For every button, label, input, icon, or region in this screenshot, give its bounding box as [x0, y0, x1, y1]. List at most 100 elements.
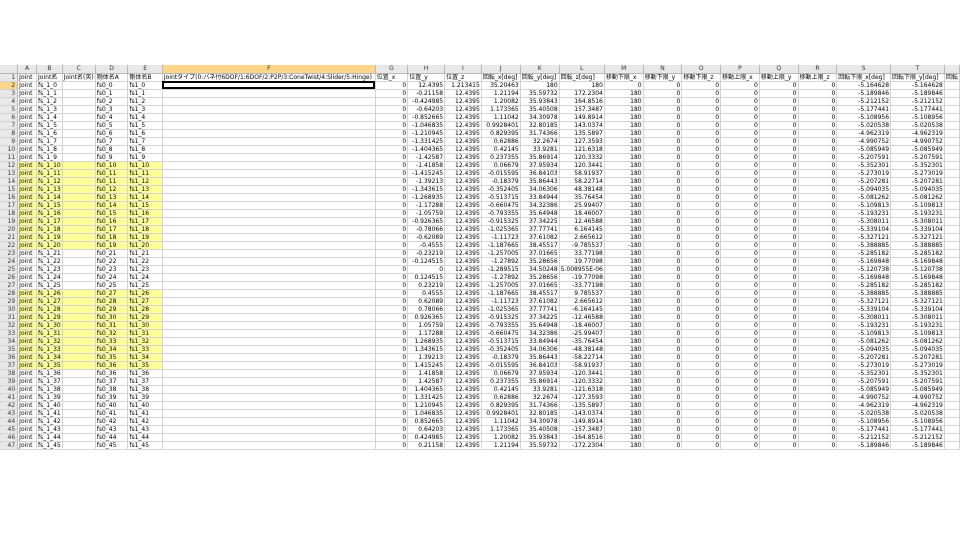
cell[interactable]: 0 — [643, 129, 683, 138]
cell[interactable]: 0 — [759, 153, 799, 162]
column-header[interactable]: J — [481, 65, 521, 74]
cell[interactable] — [62, 97, 96, 106]
cell[interactable]: 33.84944 — [520, 193, 560, 202]
cell[interactable] — [944, 249, 960, 258]
cell[interactable]: 0 — [375, 121, 409, 130]
cell[interactable]: 0 — [375, 433, 409, 442]
cell[interactable] — [944, 97, 960, 106]
cell[interactable]: fs0_2 — [95, 97, 129, 106]
cell[interactable]: fs1_6 — [127, 129, 163, 138]
cell[interactable]: 0 — [681, 313, 722, 322]
cell[interactable]: -5.081262 — [836, 337, 892, 346]
cell[interactable]: 0 — [375, 281, 409, 290]
cell[interactable]: 0.62886 — [481, 137, 521, 146]
cell[interactable]: 1.213415 — [444, 81, 482, 90]
cell[interactable]: -5.388885 — [890, 241, 945, 250]
cell[interactable]: fs1_34 — [127, 353, 163, 362]
cell[interactable]: 0 — [759, 233, 799, 242]
cell[interactable]: 48.38148 — [559, 185, 605, 194]
cell[interactable]: 0 — [720, 177, 760, 186]
cell[interactable] — [62, 433, 96, 442]
cell[interactable]: Joint — [17, 321, 38, 330]
cell[interactable]: 12.4395 — [444, 281, 482, 290]
cell[interactable]: 0 — [798, 329, 838, 338]
cell[interactable]: 0 — [720, 113, 760, 122]
cell[interactable] — [162, 353, 376, 362]
cell[interactable]: -5.327121 — [890, 297, 945, 306]
cell[interactable] — [62, 105, 96, 114]
row-header[interactable]: 24 — [0, 257, 19, 266]
cell[interactable] — [62, 441, 96, 450]
cell[interactable] — [944, 417, 960, 426]
cell[interactable]: -4.990752 — [836, 393, 892, 402]
cell[interactable]: -0.660475 — [481, 201, 521, 210]
cell[interactable] — [944, 129, 960, 138]
cell[interactable] — [944, 313, 960, 322]
cell[interactable]: 0 — [375, 257, 409, 266]
cell[interactable]: 37.61082 — [520, 233, 560, 242]
row-header[interactable]: 18 — [0, 209, 19, 218]
cell[interactable]: 0 — [798, 113, 838, 122]
cell[interactable]: 12.4395 — [444, 113, 482, 122]
cell[interactable] — [162, 313, 376, 322]
cell[interactable]: fs_1_10 — [36, 161, 63, 170]
cell[interactable]: fs0_0 — [95, 81, 129, 90]
cell[interactable]: 35.40508 — [520, 105, 560, 114]
cell[interactable]: 0 — [681, 353, 722, 362]
cell[interactable]: 12.4395 — [444, 321, 482, 330]
cell[interactable]: fs0_25 — [95, 281, 129, 290]
cell[interactable]: fs1_1 — [127, 89, 163, 98]
cell[interactable]: Joint — [17, 313, 38, 322]
cell[interactable]: fs0_28 — [95, 297, 129, 306]
cell[interactable] — [162, 105, 376, 114]
row-header[interactable]: 26 — [0, 273, 19, 282]
cell[interactable]: 0 — [681, 361, 722, 370]
cell[interactable]: fs0_17 — [95, 225, 129, 234]
cell[interactable]: 1.41858 — [407, 369, 446, 378]
cell[interactable]: 180 — [604, 113, 644, 122]
cell[interactable] — [162, 361, 376, 370]
cell[interactable]: Joint — [17, 353, 38, 362]
cell[interactable]: Joint — [17, 97, 38, 106]
cell[interactable]: fs1_45 — [127, 441, 163, 450]
cell[interactable]: -5.207281 — [836, 177, 892, 186]
cell[interactable]: -0.18379 — [481, 177, 521, 186]
cell[interactable]: fs0_29 — [95, 305, 129, 314]
cell[interactable]: 0 — [720, 169, 760, 178]
row-header[interactable]: 15 — [0, 185, 19, 194]
cell[interactable]: fs_1_6 — [36, 129, 63, 138]
cell[interactable]: fs_1_9 — [36, 153, 63, 162]
cell[interactable]: 0 — [681, 393, 722, 402]
cell[interactable]: 0 — [375, 185, 409, 194]
cell[interactable]: Joint — [17, 297, 38, 306]
cell[interactable]: fs_1_17 — [36, 217, 63, 226]
cell[interactable]: -5.388885 — [890, 289, 945, 298]
cell[interactable]: 37.61082 — [520, 297, 560, 306]
cell[interactable]: -0.926365 — [407, 217, 446, 226]
cell[interactable] — [944, 89, 960, 98]
cell[interactable]: fs1_21 — [127, 249, 163, 258]
cell[interactable] — [944, 105, 960, 114]
cell[interactable]: -35.76454 — [559, 337, 605, 346]
cell[interactable]: Joint — [17, 225, 38, 234]
cell[interactable]: 0 — [720, 105, 760, 114]
row-header[interactable]: 35 — [0, 345, 19, 354]
cell[interactable]: -12.46588 — [559, 313, 605, 322]
cell[interactable]: 0.06679 — [481, 161, 521, 170]
cell[interactable]: -6.164145 — [559, 305, 605, 314]
cell[interactable]: 12.4395 — [444, 417, 482, 426]
column-header[interactable]: L — [559, 65, 605, 74]
cell[interactable]: 0 — [720, 233, 760, 242]
cell[interactable]: 0 — [759, 217, 799, 226]
cell[interactable]: 12.4395 — [444, 401, 482, 410]
cell[interactable]: 180 — [604, 265, 644, 274]
cell[interactable] — [162, 409, 376, 418]
cell[interactable]: 0 — [720, 209, 760, 218]
cell[interactable]: Joint — [17, 145, 38, 154]
cell[interactable]: 0 — [720, 345, 760, 354]
cell[interactable]: 0 — [643, 401, 683, 410]
column-header[interactable]: P — [720, 65, 760, 74]
cell[interactable]: 35.93843 — [520, 97, 560, 106]
cell[interactable] — [944, 329, 960, 338]
cell[interactable]: fs0_9 — [95, 153, 129, 162]
